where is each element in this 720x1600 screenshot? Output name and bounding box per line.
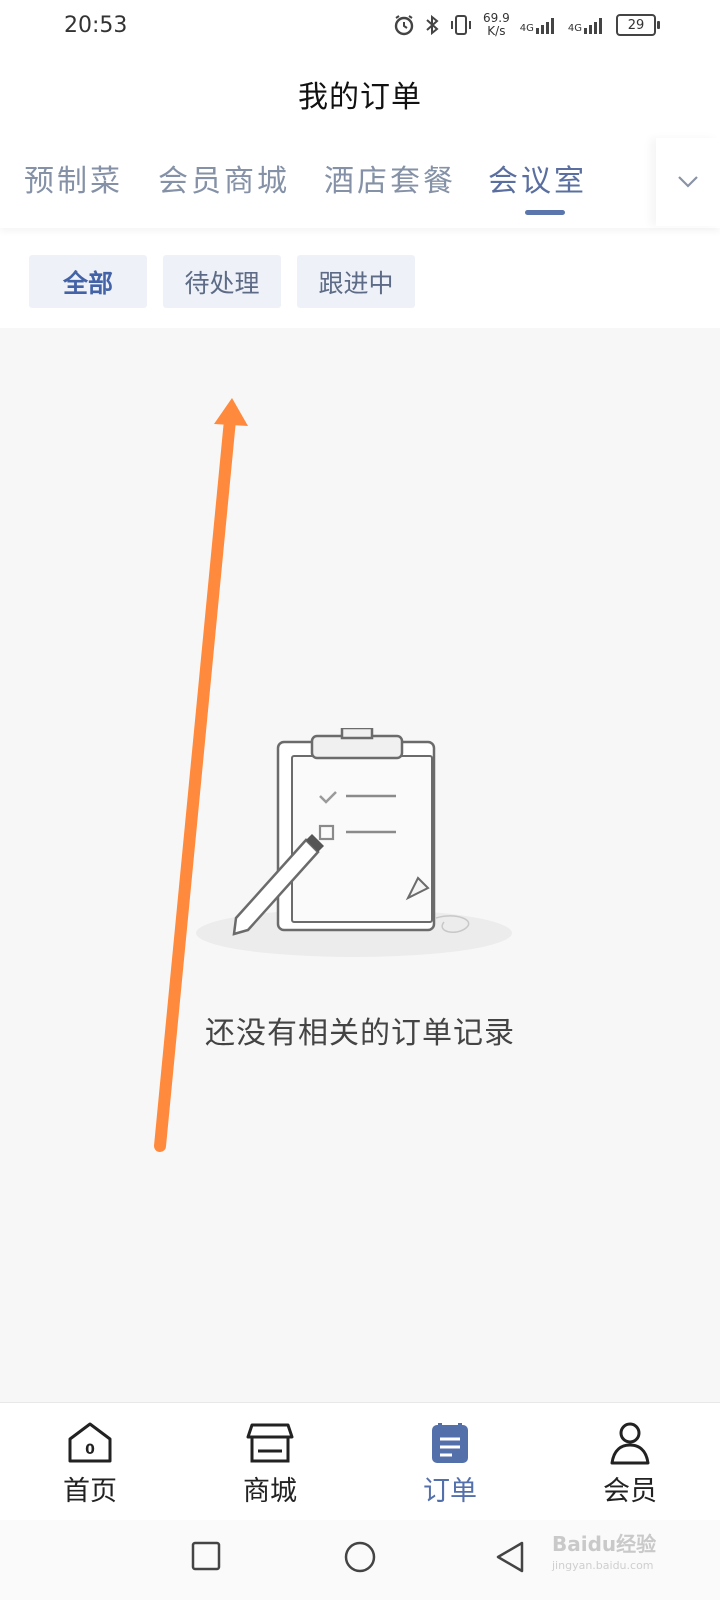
- signal-2: 4G: [568, 16, 606, 34]
- nav-home-label: 首页: [63, 1476, 117, 1507]
- home-button[interactable]: [342, 1540, 378, 1576]
- nav-member[interactable]: 会员: [540, 1403, 720, 1521]
- status-bar: 20:53 69.9 K/s 4G 4G 29: [0, 0, 720, 50]
- page-title: 我的订单: [298, 80, 422, 115]
- nav-orders-label: 订单: [423, 1476, 477, 1507]
- store-icon: [246, 1423, 294, 1463]
- status-icons: 69.9 K/s 4G 4G 29: [393, 11, 660, 38]
- empty-clipboard-icon: [196, 728, 512, 957]
- nav-store[interactable]: 商城: [180, 1403, 360, 1521]
- filter-all[interactable]: 全部: [29, 255, 147, 308]
- battery-icon: 29: [616, 14, 660, 36]
- member-icon: [610, 1422, 650, 1465]
- signal-bars-icon: [535, 18, 554, 34]
- recent-apps-button[interactable]: [190, 1540, 222, 1572]
- signal-1: 4G: [520, 16, 558, 34]
- empty-state-message: 还没有相关的订单记录: [205, 1016, 515, 1051]
- nav-member-label: 会员: [603, 1476, 657, 1507]
- tabs-expand-button[interactable]: [656, 138, 720, 226]
- back-button[interactable]: [494, 1540, 526, 1574]
- filter-in-progress[interactable]: 跟进中: [297, 255, 415, 308]
- home-badge: 0: [85, 1442, 95, 1458]
- network-speed: 69.9 K/s: [483, 11, 510, 38]
- nav-store-label: 商城: [243, 1476, 297, 1507]
- tab-meeting-room[interactable]: 会议室: [488, 156, 587, 200]
- tab-prepared-food[interactable]: 预制菜: [24, 156, 123, 200]
- nav-home[interactable]: 0 首页: [0, 1403, 180, 1521]
- order-icon: [432, 1423, 468, 1463]
- active-tab-indicator: [525, 210, 565, 215]
- alarm-icon: [394, 15, 414, 36]
- tab-member-mall[interactable]: 会员商城: [158, 156, 290, 200]
- order-list-area[interactable]: 还没有相关的订单记录: [0, 328, 720, 1402]
- tab-hotel-package[interactable]: 酒店套餐: [324, 156, 456, 200]
- chevron-down-icon: [678, 176, 698, 188]
- bottom-nav: 0 首页 商城 订单 会员: [0, 1402, 720, 1521]
- status-time: 20:53: [64, 12, 128, 38]
- signal-bars-icon: [584, 18, 602, 34]
- nav-orders[interactable]: 订单: [360, 1403, 540, 1521]
- system-nav-bar: Baidu经验 jingyan.baidu.com: [0, 1520, 720, 1600]
- home-icon: 0: [68, 1422, 112, 1463]
- vibrate-icon: [451, 15, 472, 35]
- bluetooth-icon: [426, 14, 439, 36]
- category-tabs: 预制菜 会员商城 酒店套餐 会议室: [0, 138, 720, 228]
- status-filters: 全部 待处理 跟进中: [29, 255, 415, 308]
- watermark: Baidu经验 jingyan.baidu.com: [552, 1532, 657, 1572]
- filter-pending[interactable]: 待处理: [163, 255, 281, 308]
